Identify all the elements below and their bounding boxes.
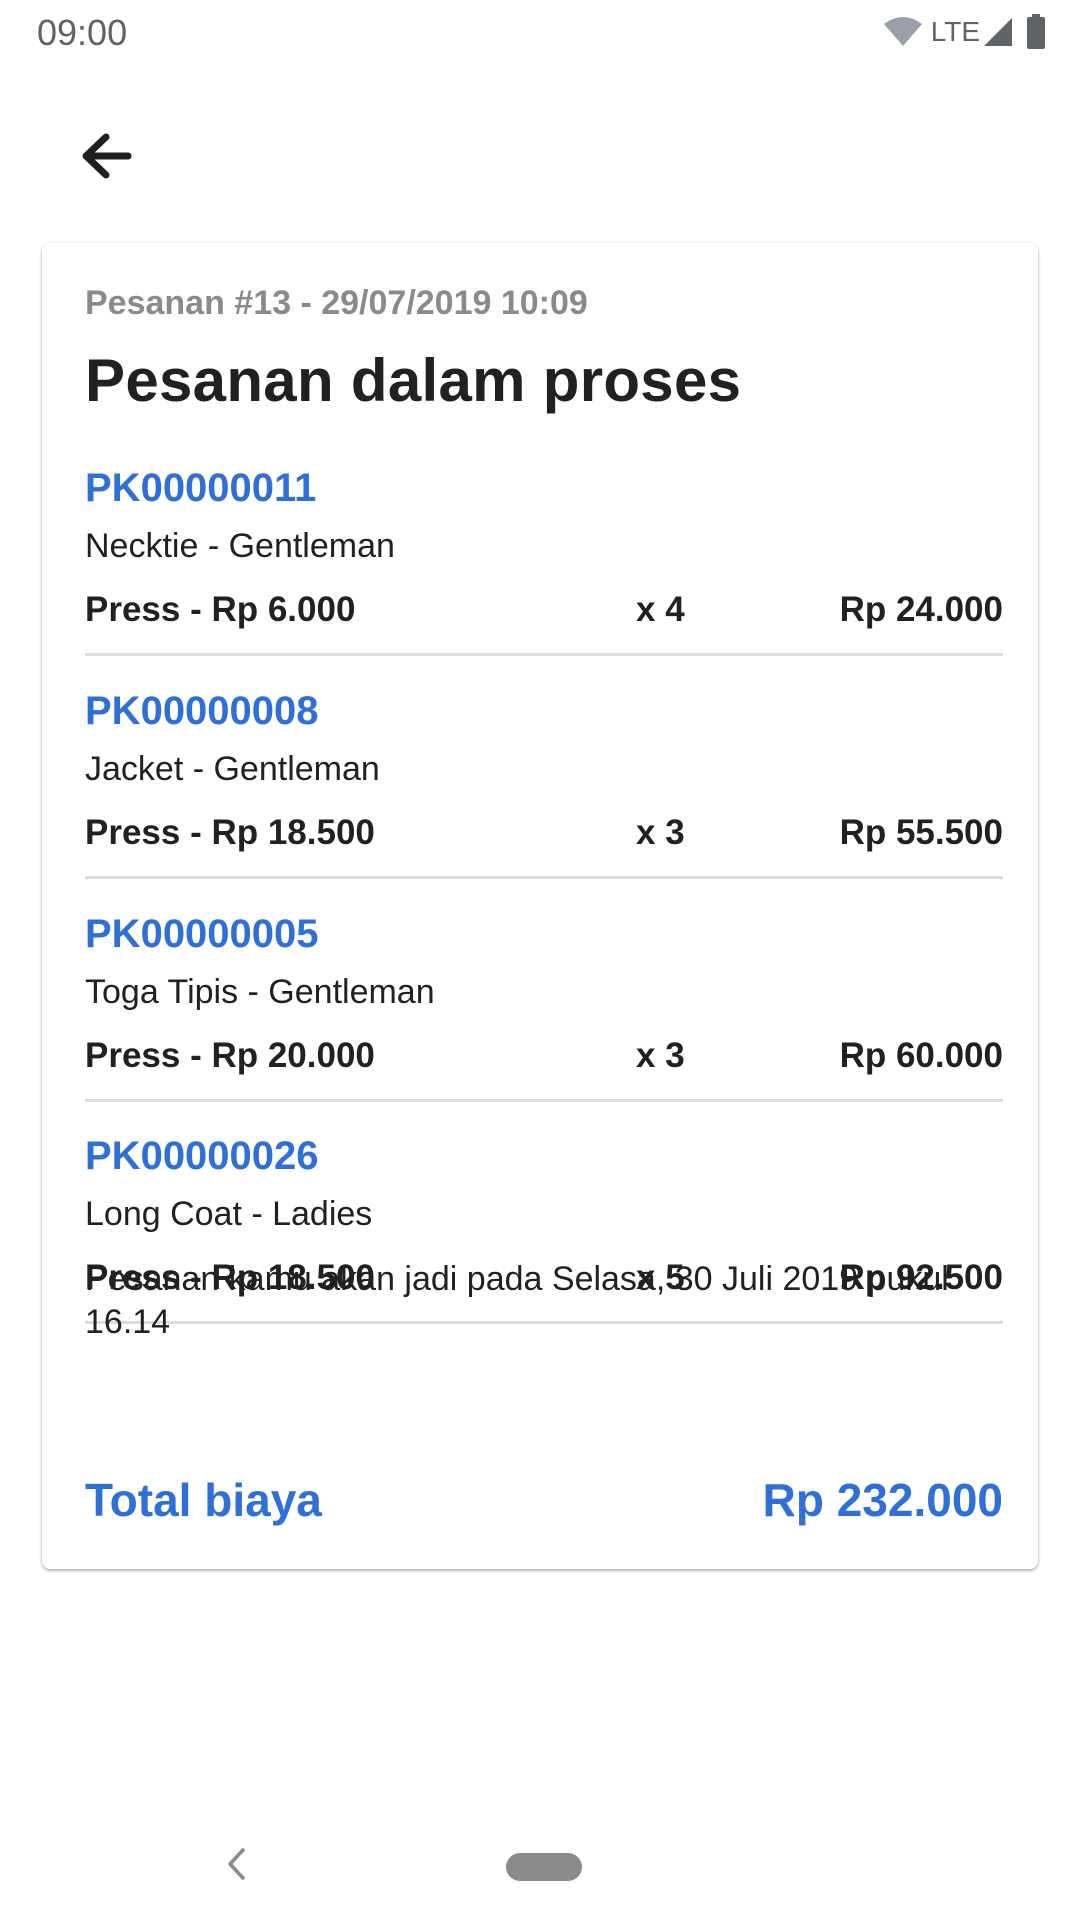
total-value: Rp 232.000 [762,1474,1003,1526]
signal-icon [982,16,1014,48]
item-service-price: Press - Rp 18.500 [85,813,375,852]
status-time: 09:00 [37,12,128,53]
item-quantity: x 3 [636,1036,685,1075]
item-service-price: Press - Rp 6.000 [85,590,356,629]
item-code: PK00000008 [85,689,319,733]
item-quantity: x 3 [636,813,685,852]
item-name: Toga Tipis - Gentleman [85,973,435,1011]
order-card: Pesanan #13 - 29/07/2019 10:09 Pesanan d… [42,243,1038,1569]
arrow-left-icon [80,132,132,185]
nav-back-button[interactable] [216,1846,256,1886]
nav-home-pill[interactable] [506,1853,582,1881]
item-subtotal: Rp 60.000 [839,1036,1003,1075]
item-name: Necktie - Gentleman [85,527,395,565]
divider [85,653,1003,656]
nav-back-icon [225,1847,247,1886]
order-meta: Pesanan #13 - 29/07/2019 10:09 [85,284,588,322]
item-service-price: Press - Rp 20.000 [85,1036,375,1075]
order-detail-screen: 09:00 LTE Pesanan #13 - 29/07/2019 10:09… [0,0,1080,1920]
order-item: PK00000005 Toga Tipis - Gentleman Press … [85,912,1003,1134]
order-item: PK00000008 Jacket - Gentleman Press - Rp… [85,689,1003,911]
back-button[interactable] [66,118,146,198]
order-item: PK00000011 Necktie - Gentleman Press - R… [85,466,1003,688]
completion-note: Pesanan kamu akan jadi pada Selasa, 30 J… [85,1260,949,1341]
divider [85,876,1003,879]
item-name: Long Coat - Ladies [85,1195,373,1233]
status-bar: 09:00 LTE [0,0,1080,66]
total-label: Total biaya [85,1474,322,1526]
item-quantity: x 4 [636,590,685,629]
item-code: PK00000026 [85,1134,319,1178]
order-status-title: Pesanan dalam proses [85,347,742,414]
divider [85,1099,1003,1102]
item-subtotal: Rp 24.000 [839,590,1003,629]
item-code: PK00000011 [85,466,317,510]
battery-icon [1026,14,1046,50]
item-code: PK00000005 [85,912,319,956]
item-name: Jacket - Gentleman [85,750,380,788]
item-subtotal: Rp 55.500 [839,813,1003,852]
status-icons: LTE [883,14,1046,50]
network-label: LTE [930,16,980,47]
wifi-icon [883,16,923,48]
